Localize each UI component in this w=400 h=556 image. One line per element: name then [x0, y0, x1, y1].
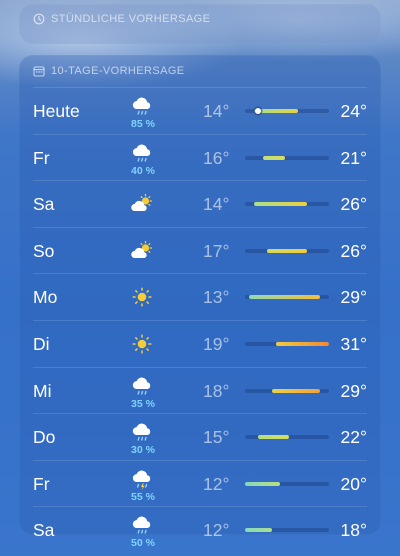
precipitation-chance: 55 % [131, 490, 155, 503]
high-temperature: 22° [340, 427, 367, 448]
high-temperature: 20° [340, 473, 367, 494]
low-temperature: 16° [203, 147, 230, 168]
clock-icon [33, 13, 45, 25]
day-label: So [33, 240, 55, 261]
forecast-day-row[interactable]: Sa 14° 26° [33, 180, 367, 227]
thunderstorm-icon [129, 469, 155, 491]
high-temperature: 26° [340, 240, 367, 261]
forecast-day-row[interactable]: Sa 50 % 12° 18° [33, 506, 367, 553]
forecast-day-row[interactable]: So 17° 26° [33, 226, 367, 274]
temperature-range-fill [267, 248, 307, 253]
day-label: Sa [33, 520, 55, 541]
high-temperature: 24° [340, 101, 367, 121]
temperature-range-fill [262, 155, 285, 160]
rain-icon [129, 515, 155, 537]
temperature-range-fill [249, 295, 321, 300]
high-temperature: 29° [340, 380, 367, 401]
precipitation-chance: 85 % [131, 118, 155, 130]
hourly-forecast-card[interactable]: STÜNDLICHE VORHERSAGE [19, 4, 381, 44]
temperature-range-bar [245, 108, 329, 114]
precipitation-chance: 50 % [131, 537, 155, 550]
high-temperature: 31° [340, 333, 367, 354]
day-label: Heute [33, 101, 80, 121]
day-label: Do [33, 427, 56, 448]
forecast-day-row[interactable]: Di 19° 31° [33, 319, 367, 367]
precipitation-chance: 35 % [131, 397, 155, 410]
high-temperature: 21° [340, 147, 367, 168]
high-temperature: 18° [340, 520, 367, 541]
forecast-day-row[interactable]: Fr 40 % 16° 21° [33, 133, 367, 181]
hourly-forecast-title: STÜNDLICHE VORHERSAGE [51, 13, 211, 25]
high-temperature: 29° [340, 287, 367, 308]
forecast-list: Heute 85 % 14° 24° Fr 40 % 16° 21° Sa 14° 26° So 17°… [19, 87, 381, 553]
temperature-range-bar [245, 388, 329, 393]
low-temperature: 13° [203, 287, 230, 308]
temperature-range-fill [275, 341, 329, 346]
forecast-day-row[interactable]: Heute 85 % 14° 24° [33, 87, 367, 134]
day-label: Mo [33, 287, 58, 308]
temperature-range-fill [245, 528, 272, 533]
low-temperature: 17° [203, 240, 230, 261]
current-temperature-dot [255, 108, 262, 114]
temperature-range-bar [245, 528, 329, 533]
ten-day-forecast-card[interactable]: 10-TAGE-VORHERSAGE Heute 85 % 14° 24° Fr 40 %… [19, 55, 381, 549]
ten-day-forecast-header: 10-TAGE-VORHERSAGE [33, 65, 185, 77]
temperature-range-bar [245, 295, 329, 300]
rain-icon [129, 143, 155, 165]
ten-day-forecast-title: 10-TAGE-VORHERSAGE [51, 65, 185, 77]
low-temperature: 18° [203, 380, 230, 401]
day-label: Fr [33, 147, 50, 168]
calendar-icon [33, 65, 45, 77]
forecast-day-row[interactable]: Mo 13° 29° [33, 273, 367, 320]
rain-icon [129, 376, 155, 398]
low-temperature: 19° [203, 333, 230, 354]
day-label: Sa [33, 194, 55, 215]
low-temperature: 12° [203, 520, 230, 541]
temperature-range-bar [245, 248, 329, 253]
temperature-range-fill [253, 202, 307, 207]
low-temperature: 14° [203, 194, 230, 215]
day-label: Di [33, 333, 50, 354]
temperature-range-fill [271, 388, 321, 393]
temperature-range-bar [245, 435, 329, 440]
day-label: Fr [33, 473, 50, 494]
day-label: Mi [33, 380, 52, 401]
low-temperature: 14° [203, 101, 230, 121]
sun-icon [129, 286, 155, 308]
forecast-day-row[interactable]: Mi 35 % 18° 29° [33, 366, 367, 414]
temperature-range-fill [245, 481, 281, 486]
temperature-range-bar [245, 202, 329, 207]
sun-icon [129, 333, 155, 355]
low-temperature: 12° [203, 473, 230, 494]
rain-icon [129, 422, 155, 444]
low-temperature: 15° [203, 427, 230, 448]
temperature-range-bar [245, 155, 329, 160]
temperature-range-bar [245, 341, 329, 346]
forecast-day-row[interactable]: Do 30 % 15° 22° [33, 413, 367, 460]
partly-cloudy-icon [129, 240, 155, 262]
temperature-range-bar [245, 481, 329, 486]
partly-cloudy-icon [129, 193, 155, 215]
forecast-day-row[interactable]: Fr 55 % 12° 20° [33, 459, 367, 507]
precipitation-chance: 40 % [131, 164, 155, 177]
hourly-forecast-header: STÜNDLICHE VORHERSAGE [33, 13, 210, 25]
rain-icon [129, 96, 155, 118]
temperature-range-fill [258, 435, 290, 440]
high-temperature: 26° [340, 194, 367, 215]
precipitation-chance: 30 % [131, 444, 155, 457]
